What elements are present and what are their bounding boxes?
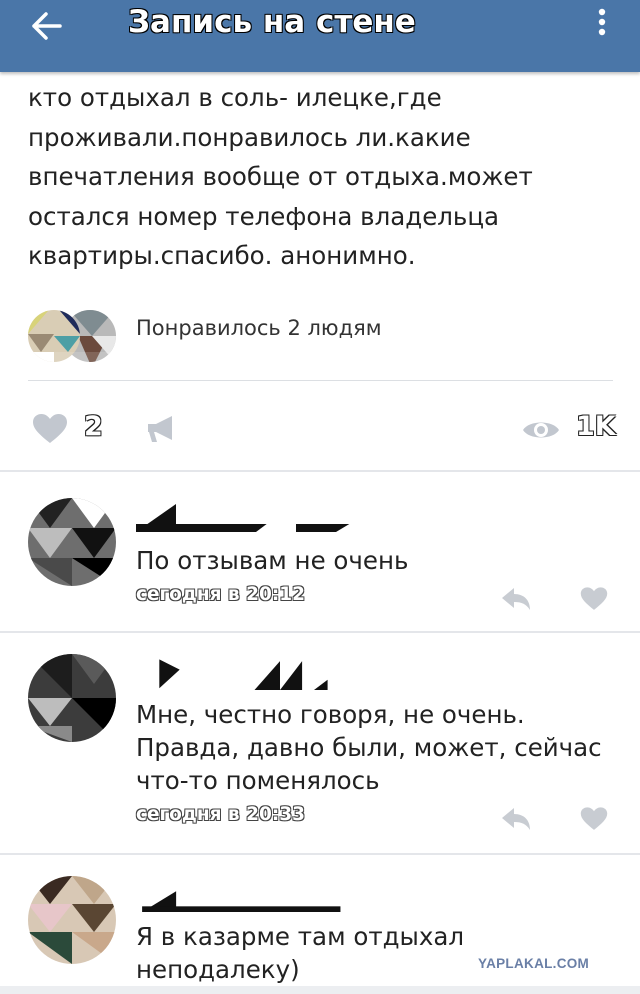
more-vertical-icon <box>598 8 606 36</box>
comment-text: Я в казарме там отдыхал неподалеку) <box>136 922 465 984</box>
post-line: квартиры.спасибо. анонимно. <box>28 241 416 270</box>
views-count: 1K <box>576 411 616 442</box>
reply-icon[interactable] <box>500 806 532 832</box>
post-line: остался номер телефона владельца <box>28 201 500 231</box>
page-title: Запись на стене <box>128 4 416 40</box>
comment-item: Мне, честно говоря, не очень. Правда, да… <box>0 640 640 850</box>
bottom-edge <box>0 986 640 994</box>
comment-text: По отзывам не очень <box>136 546 409 575</box>
top-app-bar: Запись на стене <box>0 0 640 72</box>
liked-by-row[interactable]: Понравилось 2 людям <box>28 300 618 370</box>
like-count: 2 <box>84 411 103 442</box>
liked-by-text: Понравилось 2 людям <box>136 316 382 340</box>
heart-icon[interactable] <box>580 586 608 612</box>
more-options-button[interactable] <box>590 6 614 42</box>
post-body: кто отдыхал в соль- илецке,где проживали… <box>28 78 628 276</box>
heart-icon[interactable] <box>580 806 608 832</box>
megaphone-icon[interactable] <box>146 413 178 445</box>
separator <box>0 853 640 855</box>
reply-icon[interactable] <box>500 586 532 612</box>
separator <box>28 380 613 381</box>
comment-author-redacted <box>142 878 341 912</box>
post-line: кто отдыхал в соль- илецке,где <box>28 83 442 112</box>
comment-item: По отзывам не очень сегодня в 20:12 <box>0 480 640 630</box>
comment-time: сегодня в 20:33 <box>136 804 305 825</box>
separator <box>0 470 640 472</box>
heart-icon[interactable] <box>32 413 68 445</box>
comment-time: сегодня в 20:12 <box>136 584 305 605</box>
back-button[interactable] <box>30 8 74 44</box>
post-actions: 2 1K <box>28 405 618 455</box>
eye-icon <box>523 422 559 438</box>
comment-author-redacted <box>136 502 376 532</box>
post-line: впечатления вообще от отдыха.может <box>28 162 533 191</box>
avatar[interactable] <box>28 876 116 964</box>
liker-avatars <box>28 310 118 368</box>
separator <box>0 631 640 633</box>
post-line: проживали.понравилось ли.какие <box>28 122 471 152</box>
avatar[interactable] <box>28 654 116 742</box>
watermark: YAPLAKAL.COM <box>478 956 590 971</box>
comment-text: Мне, честно говоря, не очень. Правда, да… <box>136 700 602 795</box>
avatar[interactable] <box>28 498 116 586</box>
arrow-left-icon <box>32 12 62 40</box>
comment-author-redacted <box>159 659 328 690</box>
